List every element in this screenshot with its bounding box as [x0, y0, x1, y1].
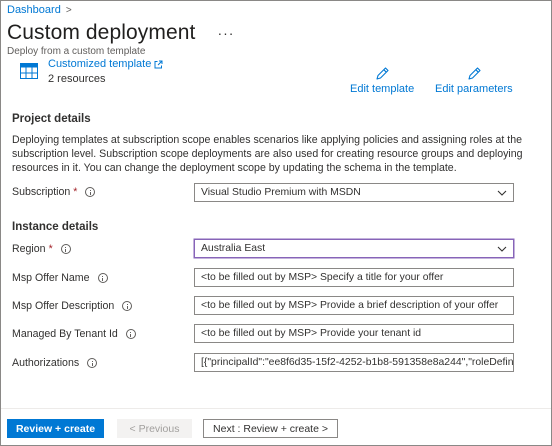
subscription-dropdown[interactable]: Visual Studio Premium with MSDN [194, 183, 514, 202]
breadcrumb-dashboard-link[interactable]: Dashboard [7, 4, 61, 16]
required-marker: * [48, 243, 53, 255]
grid-template-icon [20, 63, 38, 79]
authorizations-input[interactable]: [{"principalId":"ee8f6d35-15f2-4252-b1b8… [194, 353, 514, 372]
msp-offer-name-label: Msp Offer Name [12, 272, 108, 284]
more-options-button[interactable]: ··· [217, 26, 234, 40]
managed-by-tenant-id-label: Managed By Tenant Id [12, 328, 136, 340]
subscription-label-text: Subscription [12, 186, 71, 198]
info-icon[interactable] [122, 301, 133, 311]
external-link-icon [154, 60, 163, 68]
pencil-icon [376, 67, 389, 80]
managed-by-tenant-id-label-text: Managed By Tenant Id [12, 328, 118, 340]
info-icon[interactable] [87, 358, 98, 368]
next-review-create-button[interactable]: Next : Review + create > [203, 419, 338, 438]
region-dropdown[interactable]: Australia East [194, 239, 514, 258]
breadcrumb: Dashboard > [7, 4, 72, 16]
page-title: Custom deployment [7, 21, 196, 44]
msp-offer-description-input[interactable]: <to be filled out by MSP> Provide a brie… [194, 296, 514, 315]
customized-template-link[interactable]: Customized template [48, 58, 163, 70]
title-row: Custom deployment ··· [7, 21, 234, 45]
footer-divider [1, 408, 551, 409]
info-icon[interactable] [60, 244, 71, 254]
instance-details-heading: Instance details [12, 221, 99, 233]
previous-button[interactable]: < Previous [117, 419, 192, 438]
pencil-icon [468, 67, 481, 80]
resource-count: 2 resources [48, 73, 106, 85]
edit-parameters-button[interactable]: Edit parameters [435, 66, 513, 95]
region-label: Region * [12, 243, 71, 255]
template-info: Customized template 2 resources [48, 58, 163, 85]
project-description: Deploying templates at subscription scop… [12, 134, 523, 174]
required-marker: * [73, 186, 78, 198]
chevron-down-icon [497, 190, 507, 196]
chevron-right-icon: > [65, 4, 72, 16]
msp-offer-description-label-text: Msp Offer Description [12, 300, 115, 312]
template-card: Customized template 2 resources [20, 58, 163, 85]
managed-by-tenant-id-input[interactable]: <to be filled out by MSP> Provide your t… [194, 324, 514, 343]
authorizations-label: Authorizations [12, 357, 98, 369]
page-subtitle: Deploy from a custom template [7, 46, 146, 57]
msp-offer-description-label: Msp Offer Description [12, 300, 133, 312]
info-icon[interactable] [125, 329, 136, 339]
customized-template-label: Customized template [48, 58, 152, 70]
authorizations-label-text: Authorizations [12, 357, 80, 369]
edit-template-button[interactable]: Edit template [350, 66, 414, 95]
edit-parameters-label: Edit parameters [435, 83, 513, 95]
region-value: Australia East [201, 243, 266, 254]
msp-offer-name-input[interactable]: <to be filled out by MSP> Specify a titl… [194, 268, 514, 287]
edit-template-label: Edit template [350, 83, 415, 95]
subscription-value: Visual Studio Premium with MSDN [201, 187, 361, 198]
info-icon[interactable] [85, 187, 96, 197]
info-icon[interactable] [97, 273, 108, 283]
project-details-heading: Project details [12, 113, 91, 125]
msp-offer-name-label-text: Msp Offer Name [12, 272, 90, 284]
region-label-text: Region [12, 243, 46, 255]
subscription-label: Subscription * [12, 186, 96, 198]
chevron-down-icon [497, 246, 507, 252]
review-create-button[interactable]: Review + create [7, 419, 104, 438]
